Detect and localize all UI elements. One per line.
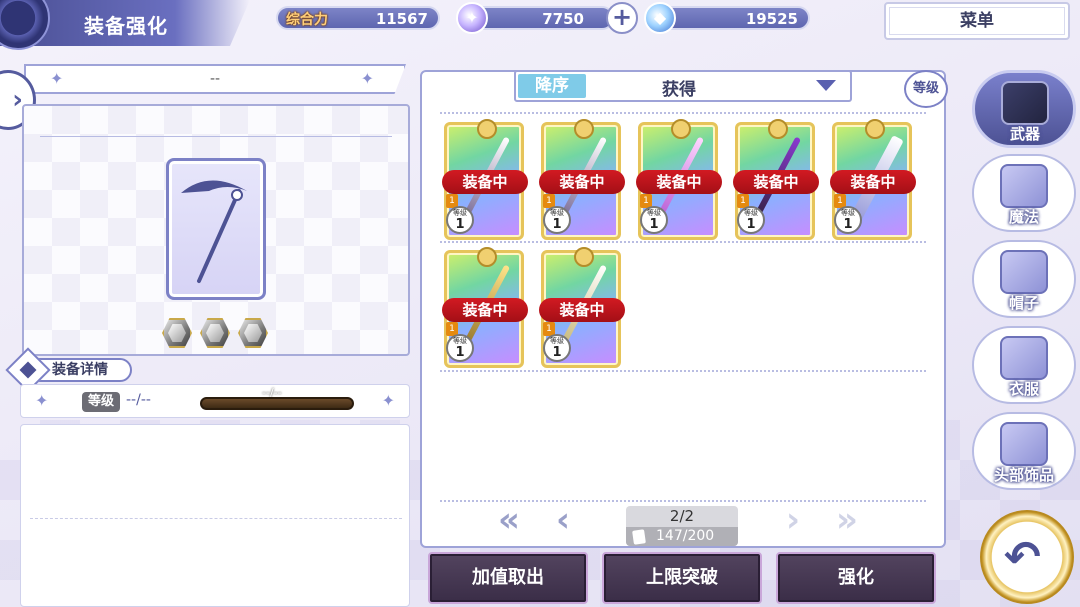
item-level-badge: 等级 1 [834, 206, 862, 234]
chevron-down-icon[interactable] [816, 80, 836, 91]
category-tab-clothes[interactable]: 衣服 [972, 326, 1076, 404]
next-page-button[interactable]: › [786, 500, 800, 540]
combat-power-value: 11567 [375, 10, 428, 28]
category-label: 魔法 [1008, 208, 1039, 226]
level-label: 等级 [82, 392, 120, 412]
weapon-item-card[interactable]: 装备中 1 等级 1 [539, 247, 625, 368]
item-level-badge: 等级 1 [446, 334, 474, 362]
category-tab-weapon[interactable]: 武器 [972, 70, 1076, 148]
equipped-badge: 装备中 [442, 170, 528, 194]
sort-key-value: 获得 [662, 80, 696, 100]
category-tab-magic[interactable]: 魔法 [972, 154, 1076, 232]
item-level-badge: 等级 1 [446, 206, 474, 234]
item-level-badge: 等级 1 [737, 206, 765, 234]
combat-power-stat: 综合力 11567 [276, 6, 440, 30]
weapon-item-card[interactable]: 装备中 1 等级 1 [733, 119, 819, 240]
combat-power-label: 综合力 [286, 12, 328, 28]
potion-stat: 19525 [660, 6, 810, 30]
gem-currency-icon: ✦ [456, 2, 488, 34]
withdraw-bonus-button[interactable]: 加值取出 [428, 552, 588, 604]
category-tab-headwear[interactable]: 头部饰品 [972, 412, 1076, 490]
gem-stat: 7750 [470, 6, 614, 30]
item-name: -- [209, 71, 221, 87]
equipped-badge: 装备中 [733, 170, 819, 194]
sparkle-icon: ✦ [360, 69, 374, 88]
equipped-badge: 装备中 [442, 298, 528, 322]
weapon-item-card[interactable]: 装备中 1 等级 1 [636, 119, 722, 240]
crossed-weapons-icon [1001, 81, 1049, 125]
scythe-icon [181, 180, 247, 283]
inventory-count: 147/200 [656, 528, 715, 544]
weapon-item-card[interactable]: 装备中 1 等级 1 [539, 119, 625, 240]
glasses-icon [1000, 422, 1048, 466]
equipped-badge: 装备中 [830, 170, 916, 194]
description-box [20, 424, 410, 607]
item-level-badge: 等级 1 [543, 334, 571, 362]
last-page-button[interactable]: » [836, 500, 858, 540]
back-arrow-icon: ↶ [1004, 532, 1041, 583]
category-label: 衣服 [1008, 380, 1039, 398]
sort-order-toggle[interactable]: 降序 [518, 74, 586, 98]
category-label: 武器 [1009, 125, 1040, 143]
magic-cards-icon [1000, 164, 1048, 208]
item-level-badge: 等级 1 [640, 206, 668, 234]
gem-value: 7750 [542, 10, 584, 28]
category-label: 帽子 [1008, 294, 1039, 312]
hat-icon [1000, 250, 1048, 294]
first-page-button[interactable]: « [498, 500, 520, 540]
scythe-weapon-card [166, 158, 266, 300]
equipped-badge: 装备中 [539, 298, 625, 322]
level-filter-button[interactable]: 等级 [904, 70, 948, 108]
divider [440, 112, 926, 114]
add-gem-button[interactable]: + [606, 2, 638, 34]
divider [40, 136, 392, 137]
card-icon [632, 529, 646, 545]
sparkle-icon: ✦ [35, 391, 49, 410]
divider [440, 370, 926, 372]
equipped-badge: 装备中 [539, 170, 625, 194]
weapon-item-card[interactable]: 装备中 1 等级 1 [442, 119, 528, 240]
sparkle-icon: ✦ [381, 391, 395, 410]
experience-text: --/-- [262, 386, 282, 399]
item-name-banner: ✦ -- ✦ [24, 64, 406, 94]
category-tab-hat[interactable]: 帽子 [972, 240, 1076, 318]
potion-currency-icon: ◆ [644, 2, 676, 34]
category-label: 头部饰品 [993, 466, 1054, 484]
enhance-button[interactable]: 强化 [776, 552, 936, 604]
sparkle-icon: ✦ [50, 69, 64, 88]
divider [440, 241, 926, 243]
prev-page-button[interactable]: ‹ [556, 500, 570, 540]
page-title: 装备强化 [84, 14, 168, 38]
level-value: --/-- [126, 392, 151, 408]
menu-button[interactable]: 菜单 [884, 2, 1070, 40]
limit-break-button[interactable]: 上限突破 [602, 552, 762, 604]
item-level-badge: 等级 1 [543, 206, 571, 234]
equipped-badge: 装备中 [636, 170, 722, 194]
page-number: 2/2 [669, 507, 695, 525]
divider [30, 518, 402, 519]
weapon-item-card[interactable]: 装备中 1 等级 1 [830, 119, 916, 240]
dress-icon [1000, 336, 1048, 380]
potion-value: 19525 [745, 10, 798, 28]
weapon-item-card[interactable]: 装备中 1 等级 1 [442, 247, 528, 368]
